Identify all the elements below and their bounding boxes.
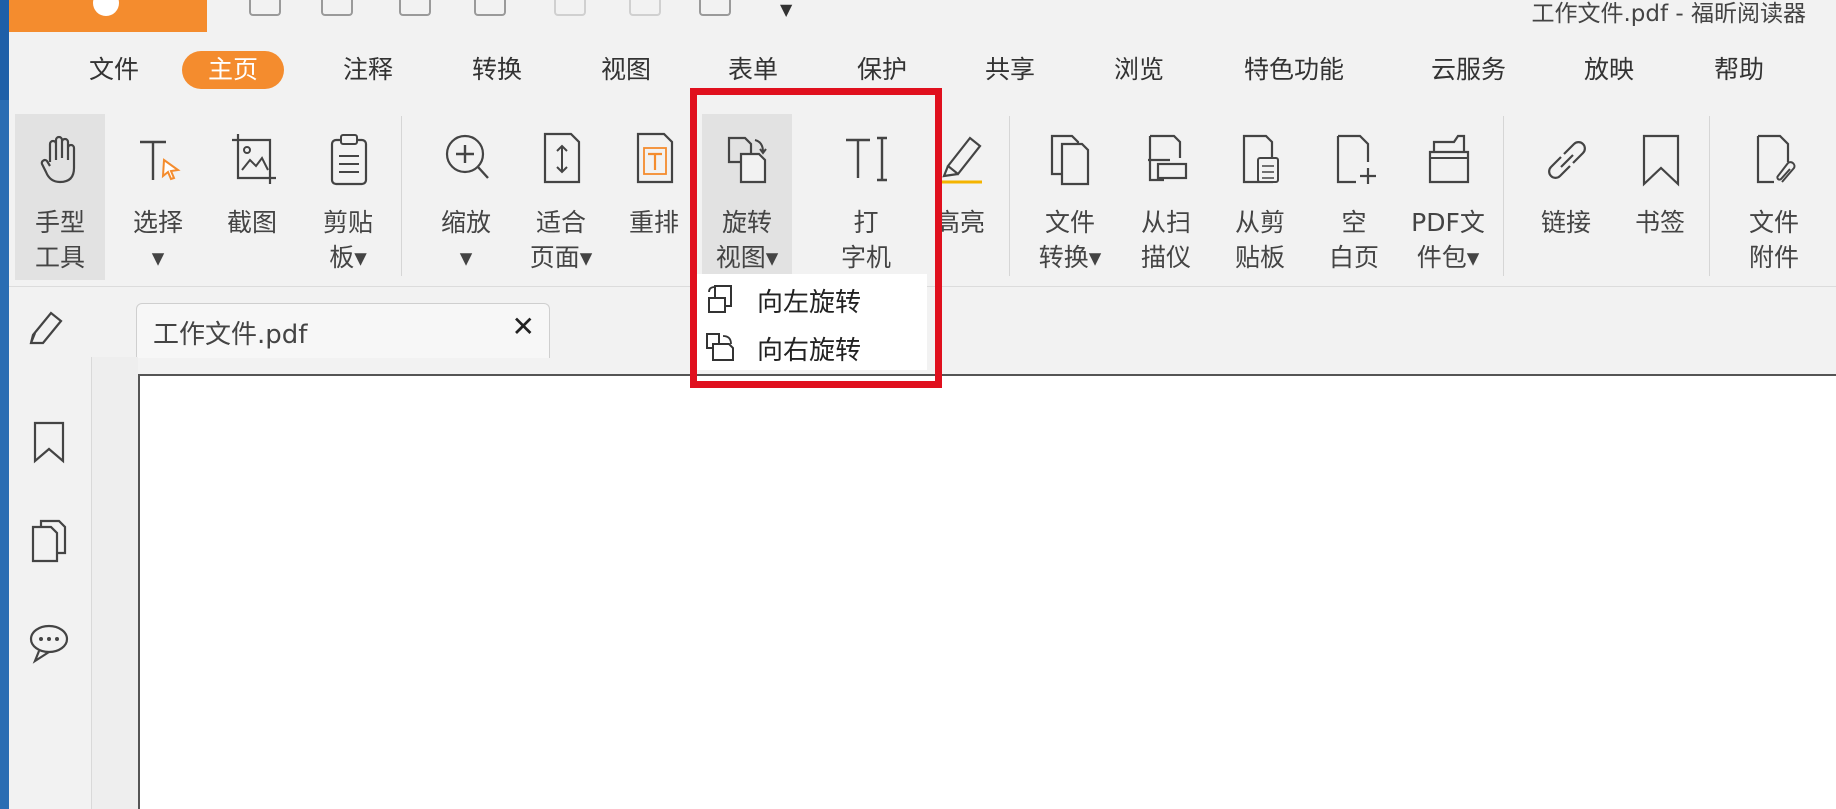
rotate-right-label: 向右旋转 [757,336,862,366]
menu-help[interactable]: 帮助 [1706,51,1772,89]
menu-share[interactable]: 共享 [977,51,1043,89]
link-icon [1548,141,1586,179]
menu-comment[interactable]: 注释 [335,51,401,89]
ribbon-toolbar: 手型 工具 选择 ▾ 截图 剪贴 板▾ 缩放 ▾ 适合 页面▾ 重排 旋转 视图… [9,106,1836,287]
fit-page-button[interactable]: 适合 页面▾ [516,114,606,280]
menu-view[interactable]: 视图 [593,51,659,89]
rotate-view-button[interactable]: 旋转 视图▾ [702,114,792,280]
open-icon[interactable] [249,0,281,16]
title-bar: ▼ 工作文件.pdf - 福昕阅读器 [9,0,1836,32]
highlight-icon [940,136,982,184]
menu-protect[interactable]: 保护 [849,51,915,89]
menu-cloud[interactable]: 云服务 [1423,51,1514,89]
pdf-package-button[interactable]: PDF文 件包▾ [1403,114,1493,280]
menu-home[interactable]: 主页 [182,51,285,89]
app-logo[interactable] [9,0,207,32]
save-icon[interactable] [321,0,353,16]
rotate-left-icon [708,285,732,313]
file-attachment-button[interactable]: 文件 附件 [1729,114,1819,280]
close-tab-icon[interactable]: ✕ [512,310,535,343]
rotate-view-icon [727,136,767,184]
rotate-view-dropdown: 向左旋转 向右旋转 [697,274,927,370]
select-text-icon [140,140,181,181]
rotate-left-item[interactable]: 向左旋转 [697,274,927,322]
document-canvas[interactable] [138,374,1836,809]
typewriter-icon [846,136,887,182]
ribbon-separator [1503,116,1504,276]
hand-quick-icon[interactable] [699,0,731,16]
pages-panel-icon[interactable] [27,519,71,565]
customize-quick-access-icon[interactable]: ▼ [780,0,792,19]
clipboard-icon [330,134,368,186]
comments-panel-icon[interactable] [27,619,71,665]
rotate-left-label: 向左旋转 [757,288,862,318]
scanner-icon [1148,134,1188,182]
bookmark-icon [1642,134,1680,187]
highlight-button[interactable]: 高亮 [915,114,1005,280]
desktop-edge [0,0,9,809]
rotate-right-icon [706,333,734,361]
menu-slideshow[interactable]: 放映 [1576,51,1642,89]
document-tab[interactable]: 工作文件.pdf ✕ [136,303,550,358]
menu-form[interactable]: 表单 [720,51,786,89]
menu-file[interactable]: 文件 [81,51,147,89]
foxit-logo-icon [93,0,119,16]
from-clipboard-icon [1242,134,1279,184]
screenshot-icon [232,134,276,184]
hand-tool-button[interactable]: 手型 工具 [15,114,105,280]
from-scanner-button[interactable]: 从扫 描仪 [1121,114,1211,280]
ribbon-separator [1709,116,1710,276]
blank-page-icon [1336,134,1376,184]
link-button[interactable]: 链接 [1521,114,1611,280]
attachment-icon [1756,134,1796,184]
from-clipboard-button[interactable]: 从剪 贴板 [1215,114,1305,280]
ribbon-separator [1009,116,1010,276]
zoom-icon [445,134,489,179]
typewriter-button[interactable]: 打 字机 [821,114,911,280]
menu-bar: 文件 主页 注释 转换 视图 表单 保护 共享 浏览 特色功能 云服务 放映 帮… [9,40,1836,100]
blank-page-button[interactable]: 空 白页 [1309,114,1399,280]
pdf-package-icon [1428,134,1470,184]
window-title: 工作文件.pdf - 福昕阅读器 [1531,1,1806,27]
menu-convert[interactable]: 转换 [464,51,530,89]
bookmark-button[interactable]: 书签 [1615,114,1705,280]
screenshot-button[interactable]: 截图 [207,114,297,280]
undo-icon[interactable] [554,0,586,16]
clipboard-button[interactable]: 剪贴 板▾ [303,114,393,280]
rotate-right-item[interactable]: 向右旋转 [697,322,927,370]
pencil-icon[interactable] [27,305,71,345]
navigation-sidebar [9,357,92,809]
select-button[interactable]: 选择 ▾ [113,114,203,280]
reflow-button[interactable]: 重排 [609,114,699,280]
redo-icon[interactable] [629,0,661,16]
file-convert-button[interactable]: 文件 转换▾ [1025,114,1115,280]
ribbon-separator [401,116,402,276]
new-icon[interactable] [474,0,506,16]
menu-browse[interactable]: 浏览 [1106,51,1172,89]
file-convert-icon [1050,134,1090,186]
print-icon[interactable] [399,0,431,16]
fit-page-icon [543,132,581,184]
menu-features[interactable]: 特色功能 [1236,51,1352,89]
document-tab-title: 工作文件.pdf [153,320,308,350]
bookmarks-panel-icon[interactable] [27,419,71,465]
hand-icon [40,135,76,184]
sidebar-gutter [92,357,138,809]
reflow-icon [636,132,674,184]
zoom-button[interactable]: 缩放 ▾ [421,114,511,280]
